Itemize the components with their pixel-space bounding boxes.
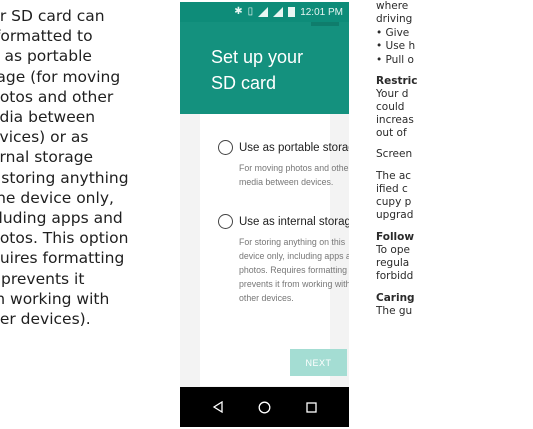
home-icon[interactable] (255, 397, 275, 417)
portable-storage-description: For moving photos and other media betwee… (239, 163, 349, 187)
text-line: • Use h (376, 40, 416, 52)
portable-storage-label: Use as portable storage (239, 141, 349, 154)
back-icon[interactable] (208, 397, 228, 417)
internal-storage-radio[interactable] (218, 214, 233, 229)
text-line: regula (376, 257, 410, 269)
text-line: upgrad (376, 209, 414, 221)
text-line: The gu (376, 305, 413, 317)
text-line: out of (376, 127, 407, 139)
wifi-icon (258, 7, 269, 17)
text-line: Screen (376, 148, 413, 160)
next-button[interactable]: NEXT (290, 349, 347, 376)
status-bar: ✱ ▯ 12:01 PM (180, 2, 349, 22)
storage-options-card: Use as portable storage For moving photo… (200, 114, 349, 386)
text-line: ified c (376, 183, 408, 195)
recents-icon[interactable] (302, 397, 322, 417)
text-line: To ope (376, 244, 410, 256)
app-header: Set up your SD card (180, 22, 349, 114)
internal-storage-label: Use as internal storage (239, 215, 349, 228)
internal-storage-option[interactable]: Use as internal storage For storing anyt… (200, 214, 349, 305)
section-heading: Follow (376, 231, 415, 243)
bluetooth-icon: ✱ (234, 6, 243, 17)
phone-screen: ✱ ▯ 12:01 PM Set up your SD card Use as … (180, 2, 349, 427)
status-time: 12:01 PM (300, 6, 343, 18)
portable-storage-radio[interactable] (218, 140, 233, 155)
text-line: could (376, 101, 405, 113)
text-line: cupy p (376, 196, 412, 208)
text-line: increas (376, 114, 414, 126)
header-shade (311, 22, 339, 26)
manual-left-column-text: ur SD card can formatted to e as portabl… (0, 7, 129, 329)
navigation-bar (180, 387, 349, 427)
section-heading: Restric (376, 75, 418, 87)
battery-icon (288, 7, 296, 17)
section-heading: Caring (376, 292, 415, 304)
text-line: • Give (376, 27, 410, 39)
portable-storage-option[interactable]: Use as portable storage For moving photo… (200, 140, 349, 189)
text-line: • Pull o (376, 54, 414, 66)
signal-icon (273, 7, 284, 17)
page-title: Set up your SD card (211, 47, 304, 93)
text-line: forbidd (376, 270, 414, 282)
text-line: where (376, 0, 409, 12)
text-line: Your d (376, 88, 409, 100)
internal-storage-description: For storing anything on this device only… (239, 237, 349, 303)
vibrate-icon: ▯ (247, 6, 254, 17)
manual-right-column-text: where driving • Give • Use h • Pull o Restric… (376, 0, 533, 429)
text-line: driving (376, 13, 413, 25)
text-line: The ac (376, 170, 412, 182)
